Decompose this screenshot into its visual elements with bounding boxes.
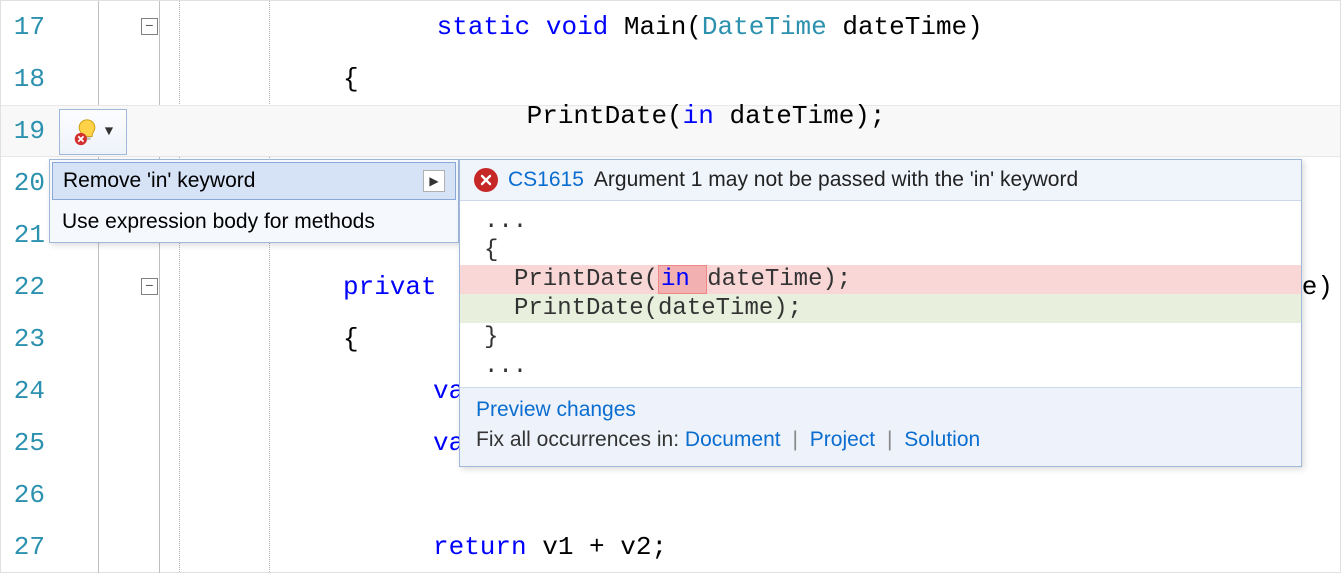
chevron-down-icon: ▼: [105, 124, 113, 140]
fix-scope-project-link[interactable]: Project: [810, 428, 875, 451]
code-editor[interactable]: 17 − static void Main(DateTime dateTime)…: [0, 0, 1341, 573]
lightbulb-error-icon: [73, 118, 101, 146]
line-number: 27: [1, 532, 53, 562]
fix-scope-label: Fix all occurrences in:: [476, 428, 685, 451]
keyword: privat: [343, 272, 437, 302]
keyword: static: [437, 12, 531, 42]
code-line-active[interactable]: 19 PrintDate(in dateTime);: [1, 105, 1340, 157]
fold-toggle-icon[interactable]: −: [141, 278, 158, 295]
error-code: CS1615: [508, 168, 584, 192]
lightbulb-quick-actions-button[interactable]: ▼: [59, 109, 127, 155]
brace: {: [343, 324, 359, 354]
diff-removed-token: in: [658, 265, 707, 294]
diff-context: }: [460, 323, 1301, 352]
line-number: 17: [1, 12, 53, 42]
line-number: 22: [1, 272, 53, 302]
keyword: in: [683, 101, 714, 131]
argument: dateTime);: [714, 101, 886, 131]
diff-text: dateTime);: [707, 266, 851, 293]
keyword: return: [433, 532, 527, 562]
preview-changes-link[interactable]: Preview changes: [476, 398, 636, 421]
preview-header: CS1615 Argument 1 may not be passed with…: [460, 160, 1301, 201]
line-number: 26: [1, 480, 53, 510]
submenu-chevron-icon: ▶: [423, 170, 445, 192]
identifier: dateTime): [827, 12, 983, 42]
line-number: 25: [1, 428, 53, 458]
preview-footer: Preview changes Fix all occurrences in: …: [460, 387, 1301, 466]
diff-preview: ... { PrintDate(in dateTime); PrintDate(…: [460, 201, 1301, 387]
line-number: 23: [1, 324, 53, 354]
fix-scope-solution-link[interactable]: Solution: [904, 428, 980, 451]
diff-added-line: PrintDate(dateTime);: [460, 294, 1301, 323]
code-line[interactable]: 27 return v1 + v2;: [1, 521, 1340, 573]
call: PrintDate(: [527, 101, 683, 131]
action-label: Remove 'in' keyword: [63, 169, 255, 193]
code-line[interactable]: 17 − static void Main(DateTime dateTime): [1, 1, 1340, 53]
identifier: Main(: [608, 12, 702, 42]
expression: v1 + v2;: [527, 532, 667, 562]
line-number: 18: [1, 64, 53, 94]
action-remove-in-keyword[interactable]: Remove 'in' keyword ▶: [52, 162, 456, 200]
separator: |: [786, 428, 803, 451]
fix-scope-document-link[interactable]: Document: [685, 428, 781, 451]
diff-context: ...: [460, 207, 1301, 236]
line-number: 20: [1, 168, 53, 198]
type: DateTime: [702, 12, 827, 42]
action-use-expression-body[interactable]: Use expression body for methods: [50, 202, 458, 242]
quick-actions-menu: Remove 'in' keyword ▶ Use expression bod…: [49, 159, 459, 243]
fold-toggle-icon[interactable]: −: [141, 18, 158, 35]
code-fragment: e): [1302, 272, 1333, 302]
line-number: 21: [1, 220, 53, 250]
line-number: 19: [1, 116, 53, 146]
fix-preview-panel: CS1615 Argument 1 may not be passed with…: [459, 159, 1302, 467]
action-label: Use expression body for methods: [62, 210, 375, 234]
keyword: void: [546, 12, 608, 42]
line-number: 24: [1, 376, 53, 406]
separator: |: [881, 428, 898, 451]
error-icon: [474, 168, 498, 192]
diff-context: {: [460, 236, 1301, 265]
code-line[interactable]: 26: [1, 469, 1340, 521]
diff-context: ...: [460, 352, 1301, 381]
error-message: Argument 1 may not be passed with the 'i…: [594, 168, 1078, 192]
diff-removed-line: PrintDate(in dateTime);: [460, 265, 1301, 294]
diff-text: PrintDate(: [514, 266, 658, 293]
